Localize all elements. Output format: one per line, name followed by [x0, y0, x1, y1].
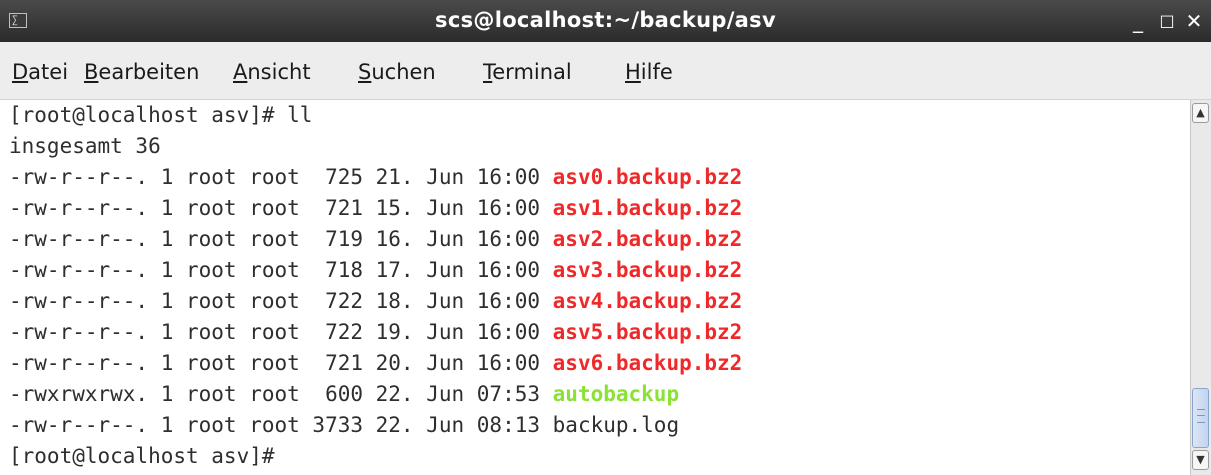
menu-label: earbeiten [98, 60, 200, 84]
file-meta: -rw-r--r--. 1 root root 722 18. Jun 16:0… [9, 289, 553, 313]
file-name: asv6.backup.bz2 [552, 351, 743, 375]
file-row: -rw-r--r--. 1 root root 721 20. Jun 16:0… [9, 348, 742, 379]
window-title: scs@localhost:~/backup/asv [435, 8, 776, 32]
file-name: asv0.backup.bz2 [552, 165, 743, 189]
menu-suchen[interactable]: Suchen [358, 60, 436, 84]
menu-label: uchen [371, 60, 436, 84]
file-name: asv5.backup.bz2 [552, 320, 743, 344]
file-row: -rw-r--r--. 1 root root 3733 22. Jun 08:… [9, 410, 679, 441]
file-meta: -rw-r--r--. 1 root root 722 19. Jun 16:0… [9, 320, 553, 344]
scroll-up-icon[interactable]: ▲ [1192, 103, 1209, 123]
menu-mnemonic: H [625, 60, 641, 84]
file-name: autobackup [552, 382, 680, 406]
menu-mnemonic: T [483, 60, 493, 84]
scroll-thumb[interactable] [1192, 388, 1209, 448]
file-meta: -rw-r--r--. 1 root root 725 21. Jun 16:0… [9, 165, 553, 189]
menu-hilfe[interactable]: Hilfe [625, 60, 673, 84]
vertical-scrollbar[interactable]: ▲ ▼ [1190, 100, 1211, 475]
file-row: -rw-r--r--. 1 root root 721 15. Jun 16:0… [9, 193, 742, 224]
menu-bar: Datei Bearbeiten Ansicht Suchen Terminal… [0, 42, 1211, 100]
menu-label: atei [28, 60, 69, 84]
file-name: asv3.backup.bz2 [552, 258, 743, 282]
prompt-line: [root@localhost asv]# ll [9, 103, 313, 127]
file-meta: -rw-r--r--. 1 root root 3733 22. Jun 08:… [9, 413, 553, 437]
file-name: asv1.backup.bz2 [552, 196, 743, 220]
grip-icon [1197, 409, 1205, 423]
file-name: asv2.backup.bz2 [552, 227, 743, 251]
menu-mnemonic: D [12, 60, 29, 84]
menu-label: nsicht [247, 60, 311, 84]
maximize-button[interactable]: □ [1155, 0, 1179, 42]
file-name: backup.log [552, 413, 680, 437]
menu-label: ilfe [640, 60, 673, 84]
close-button[interactable]: ✕ [1182, 0, 1206, 42]
menu-bearbeiten[interactable]: Bearbeiten [84, 60, 199, 84]
file-meta: -rw-r--r--. 1 root root 718 17. Jun 16:0… [9, 258, 553, 282]
menu-ansicht[interactable]: Ansicht [233, 60, 311, 84]
file-meta: -rw-r--r--. 1 root root 721 20. Jun 16:0… [9, 351, 553, 375]
file-row: -rw-r--r--. 1 root root 722 18. Jun 16:0… [9, 286, 742, 317]
file-row: -rw-r--r--. 1 root root 719 16. Jun 16:0… [9, 224, 742, 255]
menu-mnemonic: A [233, 60, 248, 84]
menu-mnemonic: S [358, 60, 372, 84]
menu-datei[interactable]: Datei [12, 60, 68, 84]
file-row: -rw-r--r--. 1 root root 725 21. Jun 16:0… [9, 162, 742, 193]
scroll-down-icon[interactable]: ▼ [1192, 450, 1209, 470]
menu-terminal[interactable]: Terminal [483, 60, 572, 84]
file-row: -rw-r--r--. 1 root root 722 19. Jun 16:0… [9, 317, 742, 348]
file-meta: -rwxrwxrwx. 1 root root 600 22. Jun 07:5… [9, 382, 553, 406]
menu-mnemonic: B [84, 60, 99, 84]
file-name: asv4.backup.bz2 [552, 289, 743, 313]
minimize-button[interactable]: _ [1126, 0, 1150, 42]
total-line: insgesamt 36 [9, 134, 161, 158]
menu-label: erminal [492, 60, 572, 84]
file-meta: -rw-r--r--. 1 root root 721 15. Jun 16:0… [9, 196, 553, 220]
prompt-line: [root@localhost asv]# [9, 444, 288, 468]
file-row: -rwxrwxrwx. 1 root root 600 22. Jun 07:5… [9, 379, 679, 410]
terminal-output[interactable]: [root@localhost asv]# ll insgesamt 36 -r… [0, 100, 1190, 475]
title-bar[interactable]: ∑ scs@localhost:~/backup/asv _ □ ✕ [0, 0, 1211, 42]
file-row: -rw-r--r--. 1 root root 718 17. Jun 16:0… [9, 255, 742, 286]
file-meta: -rw-r--r--. 1 root root 719 16. Jun 16:0… [9, 227, 553, 251]
